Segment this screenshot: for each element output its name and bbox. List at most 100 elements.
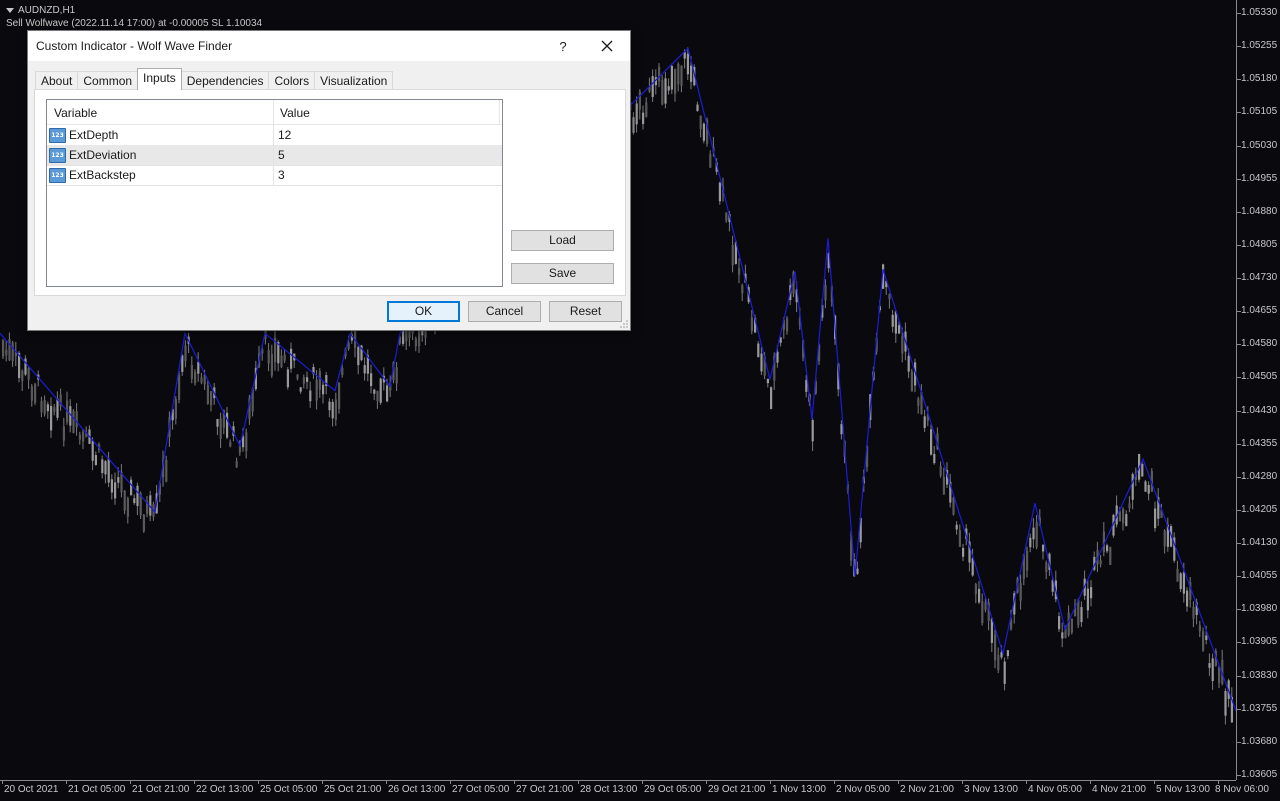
candle-body <box>184 345 187 362</box>
collapse-triangle-icon[interactable] <box>6 8 14 13</box>
price-axis[interactable]: 1.05330 1.05255 1.05180 1.05105 1.05030 1.049… <box>1236 0 1280 780</box>
tab-inputs[interactable]: Inputs <box>137 68 182 90</box>
time-tick <box>66 781 67 784</box>
time-tick <box>194 781 195 784</box>
save-button[interactable]: Save <box>511 263 614 284</box>
candle-body <box>280 355 283 368</box>
candle-body <box>686 53 689 75</box>
variable-value[interactable]: 3 <box>278 168 285 182</box>
reset-button[interactable]: Reset <box>549 301 622 322</box>
candle-body <box>1080 607 1083 623</box>
signal-text: Sell Wolfwave (2022.11.14 17:00) at -0.0… <box>6 18 263 29</box>
candle-body <box>1106 545 1109 552</box>
time-tick <box>130 781 131 784</box>
integer-icon: 123 <box>49 148 66 163</box>
time-tick <box>1154 781 1155 784</box>
variable-value[interactable]: 12 <box>278 128 291 142</box>
tab-visualization[interactable]: Visualization <box>314 71 394 90</box>
variable-name: ExtDeviation <box>69 148 137 162</box>
price-label: 1.04430 <box>1241 404 1278 416</box>
candle-body <box>315 379 318 401</box>
candle-body <box>290 348 293 369</box>
candle-body <box>642 112 645 124</box>
candle-body <box>30 386 33 401</box>
candle-body <box>1042 544 1045 552</box>
candle-body <box>123 490 126 511</box>
candle-body <box>174 399 177 419</box>
tab-about[interactable]: About <box>35 71 79 90</box>
symbol-row[interactable]: AUDNZD,H1 <box>6 4 262 17</box>
candle-body <box>651 76 654 97</box>
candle-body <box>5 349 8 356</box>
candle-body <box>958 530 961 547</box>
candle-body <box>962 547 965 557</box>
tab-dependencies[interactable]: Dependencies <box>180 71 270 90</box>
load-button[interactable]: Load <box>511 230 614 251</box>
candle-body <box>206 385 209 404</box>
candle-body <box>738 268 741 275</box>
cell-divider <box>273 145 274 165</box>
price-label: 1.04280 <box>1241 470 1278 482</box>
time-tick <box>706 781 707 784</box>
candle-body <box>27 367 30 380</box>
candle-body <box>699 115 702 130</box>
column-divider[interactable] <box>499 100 500 124</box>
tab-common[interactable]: Common <box>77 71 139 90</box>
time-tick <box>514 781 515 784</box>
help-button[interactable]: ? <box>548 31 578 61</box>
candle-body <box>235 461 238 468</box>
candle-body <box>674 69 677 94</box>
candle-body <box>117 477 120 483</box>
dialog-titlebar[interactable]: Custom Indicator - Wolf Wave Finder ? <box>28 31 630 61</box>
candle-body <box>1029 537 1032 548</box>
ok-button[interactable]: OK <box>387 301 460 322</box>
candle-body <box>386 385 389 402</box>
price-label: 1.04205 <box>1241 503 1278 515</box>
price-label: 1.05255 <box>1241 40 1278 52</box>
candle-body <box>1182 572 1185 594</box>
candle-body <box>341 367 344 376</box>
time-label: 2 Nov 05:00 <box>836 784 890 795</box>
candle-body <box>306 377 309 382</box>
candle-body <box>104 461 107 475</box>
price-label: 1.05330 <box>1241 7 1278 18</box>
candle-body <box>1058 616 1061 630</box>
header-variable[interactable]: Variable <box>54 106 97 120</box>
candle-body <box>78 434 81 440</box>
candle-body <box>1070 618 1073 633</box>
time-label: 21 Oct 21:00 <box>132 784 190 795</box>
price-label: 1.05105 <box>1241 106 1278 118</box>
candle-body <box>891 314 894 327</box>
candle-body <box>1128 503 1131 509</box>
cancel-button[interactable]: Cancel <box>468 301 541 322</box>
candle-body <box>981 601 984 623</box>
candle-body <box>1192 606 1195 619</box>
cell-divider <box>273 125 274 145</box>
header-value[interactable]: Value <box>280 106 310 120</box>
price-label: 1.05030 <box>1241 139 1278 151</box>
candle-body <box>133 498 136 503</box>
candle-body <box>376 391 379 401</box>
table-row[interactable]: 123 ExtDepth 12 <box>47 125 502 146</box>
candle-body <box>786 318 789 332</box>
time-axis[interactable]: 20 Oct 2021 21 Oct 05:00 21 Oct 21:00 22 Oc… <box>0 780 1269 801</box>
candle-body <box>347 342 350 349</box>
candle-body <box>94 455 97 465</box>
candle-body <box>296 374 299 379</box>
candle-body <box>136 485 139 506</box>
table-row[interactable]: 123 ExtBackstep 3 <box>47 165 502 186</box>
resize-grip-icon[interactable] <box>620 320 628 328</box>
price-label: 1.04355 <box>1241 437 1278 449</box>
tab-colors[interactable]: Colors <box>268 71 316 90</box>
candle-body <box>379 378 382 403</box>
variable-value[interactable]: 5 <box>278 148 285 162</box>
column-divider[interactable] <box>273 100 274 124</box>
candle-body <box>270 354 273 376</box>
candle-body <box>216 419 219 427</box>
candle-body <box>226 412 229 438</box>
close-button[interactable] <box>592 31 622 61</box>
table-row[interactable]: 123 ExtDeviation 5 <box>47 145 502 166</box>
candle-body <box>11 342 14 362</box>
time-label: 8 Nov 06:00 <box>1215 784 1269 795</box>
candle-body <box>680 65 683 86</box>
